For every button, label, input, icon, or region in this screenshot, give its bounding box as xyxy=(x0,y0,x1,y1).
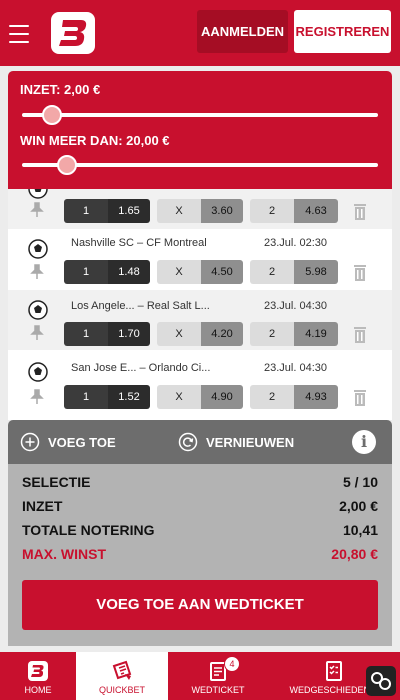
bottom-navigation: HOME QUICKBET 4 WEDTICKET WEDGESCHIEDENI… xyxy=(0,652,400,700)
win-slider-label: WIN MEER DAN: 20,00 € xyxy=(20,133,170,148)
stake-slider-track[interactable] xyxy=(22,113,378,117)
match-list[interactable]: 1 1.65 X 3.60 2 4.63 Nashville SC – CF Mont… xyxy=(8,189,392,420)
bet-history-icon xyxy=(326,661,342,681)
trash-icon[interactable] xyxy=(353,326,367,344)
odd-draw-button[interactable]: X 3.60 xyxy=(157,199,243,223)
trash-icon[interactable] xyxy=(353,264,367,282)
stake-slider-thumb[interactable] xyxy=(42,105,62,125)
home-team: Nashville SC xyxy=(71,237,134,249)
betslip-count-badge: 4 xyxy=(224,656,240,672)
pin-icon[interactable] xyxy=(29,264,45,280)
add-selection-button[interactable]: VOEG TOE xyxy=(20,432,116,452)
odd-away-button[interactable]: 2 4.93 xyxy=(250,385,338,409)
odd-home-button[interactable]: 1 1.65 xyxy=(64,199,150,223)
selection-label: SELECTIE xyxy=(22,474,91,490)
pin-icon[interactable] xyxy=(29,389,45,405)
plus-circle-icon xyxy=(20,432,40,452)
bet-summary: SELECTIE 5 / 10 INZET 2,00 € TOTALE NOTERI… xyxy=(8,464,392,646)
filter-slider-panel: INZET: 2,00 € WIN MEER DAN: 20,00 € xyxy=(8,71,392,189)
match-row: Los Angele... – Real Salt L... 23.Jul. 0… xyxy=(8,290,392,350)
summary-max-win-row: MAX. WINST 20,80 € xyxy=(22,546,378,562)
refresh-label: VERNIEUWEN xyxy=(206,434,295,450)
nav-betslip-label: WEDTICKET xyxy=(191,685,245,695)
football-icon xyxy=(28,362,48,382)
odd-draw-button[interactable]: X 4.50 xyxy=(157,260,243,284)
nav-betslip[interactable]: 4 WEDTICKET xyxy=(168,652,268,700)
pin-icon[interactable] xyxy=(29,202,45,218)
quickbet-action-bar: VOEG TOE VERNIEUWEN i xyxy=(8,420,392,464)
app-header: AANMELDEN REGISTREREN xyxy=(0,0,400,66)
max-win-value: 20,80 € xyxy=(331,546,378,562)
match-time: 23.Jul. 04:30 xyxy=(264,300,327,312)
match-time: 23.Jul. 02:30 xyxy=(264,237,327,249)
odd-away-button[interactable]: 2 4.63 xyxy=(250,199,338,223)
home-team: Los Angele... xyxy=(71,300,135,312)
info-icon[interactable]: i xyxy=(352,430,376,454)
match-row: Nashville SC – CF Montreal 23.Jul. 02:30… xyxy=(8,229,392,289)
trash-icon[interactable] xyxy=(353,203,367,221)
odd-home-button[interactable]: 1 1.48 xyxy=(64,260,150,284)
match-row: San Jose E... – Orlando Ci... 23.Jul. 04… xyxy=(8,352,392,420)
summary-stake-row: INZET 2,00 € xyxy=(22,498,378,514)
odd-home-button[interactable]: 1 1.70 xyxy=(64,322,150,346)
total-odds-label: TOTALE NOTERING xyxy=(22,522,155,538)
football-icon xyxy=(28,189,48,199)
register-button[interactable]: REGISTREREN xyxy=(294,10,391,53)
refresh-button[interactable]: VERNIEUWEN xyxy=(178,432,294,452)
add-selection-label: VOEG TOE xyxy=(48,434,116,450)
refresh-icon xyxy=(178,432,198,452)
away-team: Orlando Ci... xyxy=(148,362,211,374)
win-slider-thumb[interactable] xyxy=(57,155,77,175)
summary-total-odds-row: TOTALE NOTERING 10,41 xyxy=(22,522,378,538)
odd-home-button[interactable]: 1 1.52 xyxy=(64,385,150,409)
match-teams: Nashville SC – CF Montreal xyxy=(71,237,207,249)
odd-draw-button[interactable]: X 4.90 xyxy=(157,385,243,409)
trash-icon[interactable] xyxy=(353,389,367,407)
match-teams: San Jose E... – Orlando Ci... xyxy=(71,362,211,374)
away-team: Real Salt L... xyxy=(146,300,210,312)
odd-away-button[interactable]: 2 5.98 xyxy=(250,260,338,284)
brand-logo[interactable] xyxy=(51,12,95,54)
football-icon xyxy=(28,239,48,259)
match-row: 1 1.65 X 3.60 2 4.63 xyxy=(8,189,392,229)
quickbet-icon xyxy=(112,660,132,680)
menu-icon[interactable] xyxy=(9,25,29,43)
login-button[interactable]: AANMELDEN xyxy=(197,10,288,53)
nav-home-label: HOME xyxy=(24,685,52,695)
stake-slider-label: INZET: 2,00 € xyxy=(20,82,101,97)
stake-label: INZET xyxy=(22,498,63,514)
add-to-betslip-button[interactable]: VOEG TOE AAN WEDTICKET xyxy=(22,580,378,630)
stake-value: 2,00 € xyxy=(339,498,378,514)
summary-selection-row: SELECTIE 5 / 10 xyxy=(22,474,378,490)
home-logo-icon xyxy=(28,661,48,681)
match-time: 23.Jul. 04:30 xyxy=(264,362,327,374)
home-team: San Jose E... xyxy=(71,362,137,374)
nav-quickbet-label: QUICKBET xyxy=(98,685,145,695)
odd-draw-button[interactable]: X 4.20 xyxy=(157,322,243,346)
nav-quickbet[interactable]: QUICKBET xyxy=(76,652,168,700)
max-win-label: MAX. WINST xyxy=(22,546,106,562)
odd-away-button[interactable]: 2 4.19 xyxy=(250,322,338,346)
total-odds-value: 10,41 xyxy=(342,522,378,538)
away-team: CF Montreal xyxy=(146,237,207,249)
pin-icon[interactable] xyxy=(29,325,45,341)
football-icon xyxy=(28,300,48,320)
selection-value: 5 / 10 xyxy=(342,474,378,490)
match-teams: Los Angele... – Real Salt L... xyxy=(71,300,210,312)
link-icon[interactable] xyxy=(366,666,396,696)
nav-home[interactable]: HOME xyxy=(0,652,76,700)
